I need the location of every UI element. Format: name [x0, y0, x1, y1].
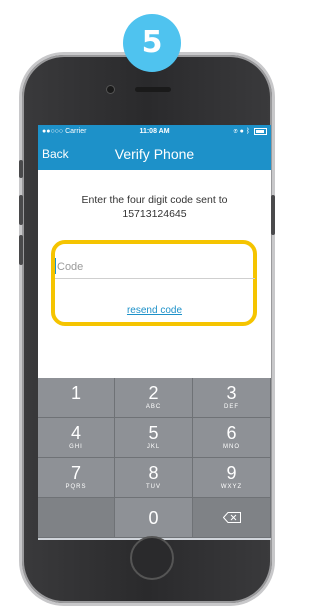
key-0[interactable]: 0: [115, 498, 193, 538]
key-2[interactable]: 2 ABC: [115, 378, 193, 418]
key-letters: TUV: [146, 484, 161, 490]
key-digit: 1: [70, 383, 81, 403]
location-icon: ◉: [233, 128, 238, 135]
volume-down-button: [19, 235, 23, 265]
status-bar: ●●○○○ Carrier 11:08 AM ◉ ● ᛒ: [38, 125, 271, 138]
nav-bar: Back Verify Phone: [38, 138, 271, 170]
key-letters: MNO: [223, 444, 240, 450]
key-4[interactable]: 4 GHI: [38, 418, 115, 458]
key-digit: 7: [70, 463, 81, 483]
text-caret: [55, 258, 56, 274]
front-camera: [107, 86, 114, 93]
resend-code-link[interactable]: resend code: [38, 305, 271, 316]
key-5[interactable]: 5 JKL: [115, 418, 193, 458]
key-blank: [38, 498, 115, 538]
key-digit: 3: [226, 383, 237, 403]
key-digit: 6: [226, 423, 237, 443]
bluetooth-icon: ᛒ: [245, 128, 251, 135]
home-button[interactable]: [130, 536, 174, 580]
key-digit: 4: [70, 423, 81, 443]
key-letters: ABC: [145, 404, 162, 410]
prompt-line: Enter the four digit code sent to: [81, 194, 228, 206]
key-letters: JKL: [146, 444, 161, 450]
page-title: Verify Phone: [114, 146, 195, 162]
key-digit: 2: [148, 383, 159, 403]
mute-switch: [19, 160, 23, 178]
key-letters: DEF: [224, 404, 239, 410]
phone-number: 15713124645: [122, 208, 187, 220]
key-letters: WXYZ: [220, 484, 243, 490]
key-digit: 8: [148, 463, 159, 483]
numeric-keypad: 1 2 ABC 3 DEF 4 GHI 5 JKL 6 MNO 7 PQRS 8…: [38, 378, 271, 540]
power-button: [271, 195, 275, 235]
code-input[interactable]: [55, 256, 255, 279]
key-3[interactable]: 3 DEF: [193, 378, 271, 418]
phone-screen: ●●○○○ Carrier 11:08 AM ◉ ● ᛒ Back Verify…: [38, 125, 271, 540]
volume-up-button: [19, 195, 23, 225]
stage: 5 ●●○○○ Carrier 11:08 AM ◉ ● ᛒ Back Veri…: [0, 0, 286, 606]
backspace-icon: [223, 512, 241, 523]
key-digit: 5: [148, 423, 159, 443]
delete-key[interactable]: [193, 498, 271, 538]
key-1[interactable]: 1: [38, 378, 115, 418]
verification-prompt: Enter the four digit code sent to 157131…: [48, 193, 261, 221]
key-7[interactable]: 7 PQRS: [38, 458, 115, 498]
key-8[interactable]: 8 TUV: [115, 458, 193, 498]
key-digit: 9: [226, 463, 237, 483]
battery-icon: [254, 127, 267, 135]
alarm-icon: ●: [239, 128, 244, 135]
key-letters: PQRS: [65, 484, 87, 490]
key-letters: GHI: [69, 444, 83, 450]
status-icons: ◉ ● ᛒ: [233, 125, 267, 138]
earpiece-speaker: [135, 87, 171, 92]
key-digit: 0: [148, 508, 159, 528]
key-9[interactable]: 9 WXYZ: [193, 458, 271, 498]
key-6[interactable]: 6 MNO: [193, 418, 271, 458]
step-badge: 5: [123, 14, 181, 72]
